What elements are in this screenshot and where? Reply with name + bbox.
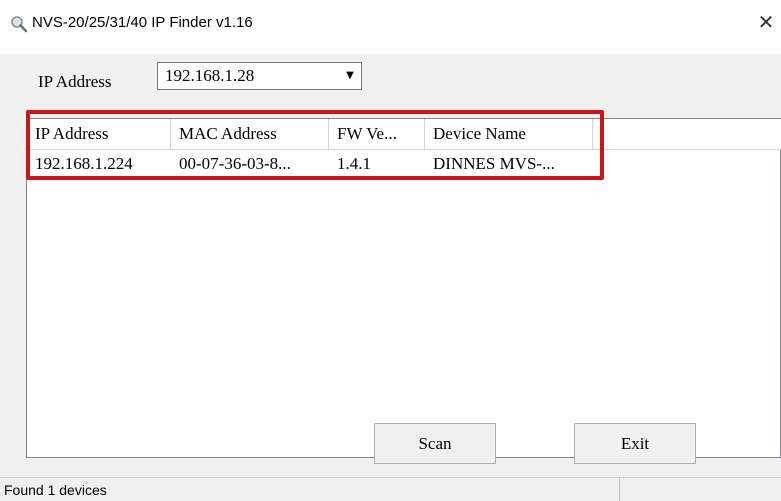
magnifier-icon	[10, 15, 28, 33]
status-panel: Found 1 devices	[0, 478, 620, 501]
ip-address-dropdown[interactable]: 192.168.1.28 ▼	[157, 62, 362, 90]
ip-address-selected-value: 192.168.1.28	[165, 66, 255, 85]
status-text: Found 1 devices	[4, 482, 107, 498]
close-icon[interactable]: ✕	[754, 11, 778, 35]
ip-address-label: IP Address	[38, 72, 112, 91]
scan-button[interactable]: Scan	[374, 423, 496, 464]
status-bar: Found 1 devices	[0, 477, 781, 501]
chevron-down-icon[interactable]: ▼	[340, 64, 360, 88]
title-bar[interactable]: NVS-20/25/31/40 IP Finder v1.16 ✕	[0, 0, 781, 54]
exit-button[interactable]: Exit	[574, 423, 696, 464]
highlight-annotation-box	[26, 110, 604, 180]
window-title: NVS-20/25/31/40 IP Finder v1.16	[32, 14, 253, 31]
ip-finder-window: NVS-20/25/31/40 IP Finder v1.16 ✕ IP Add…	[0, 0, 781, 501]
